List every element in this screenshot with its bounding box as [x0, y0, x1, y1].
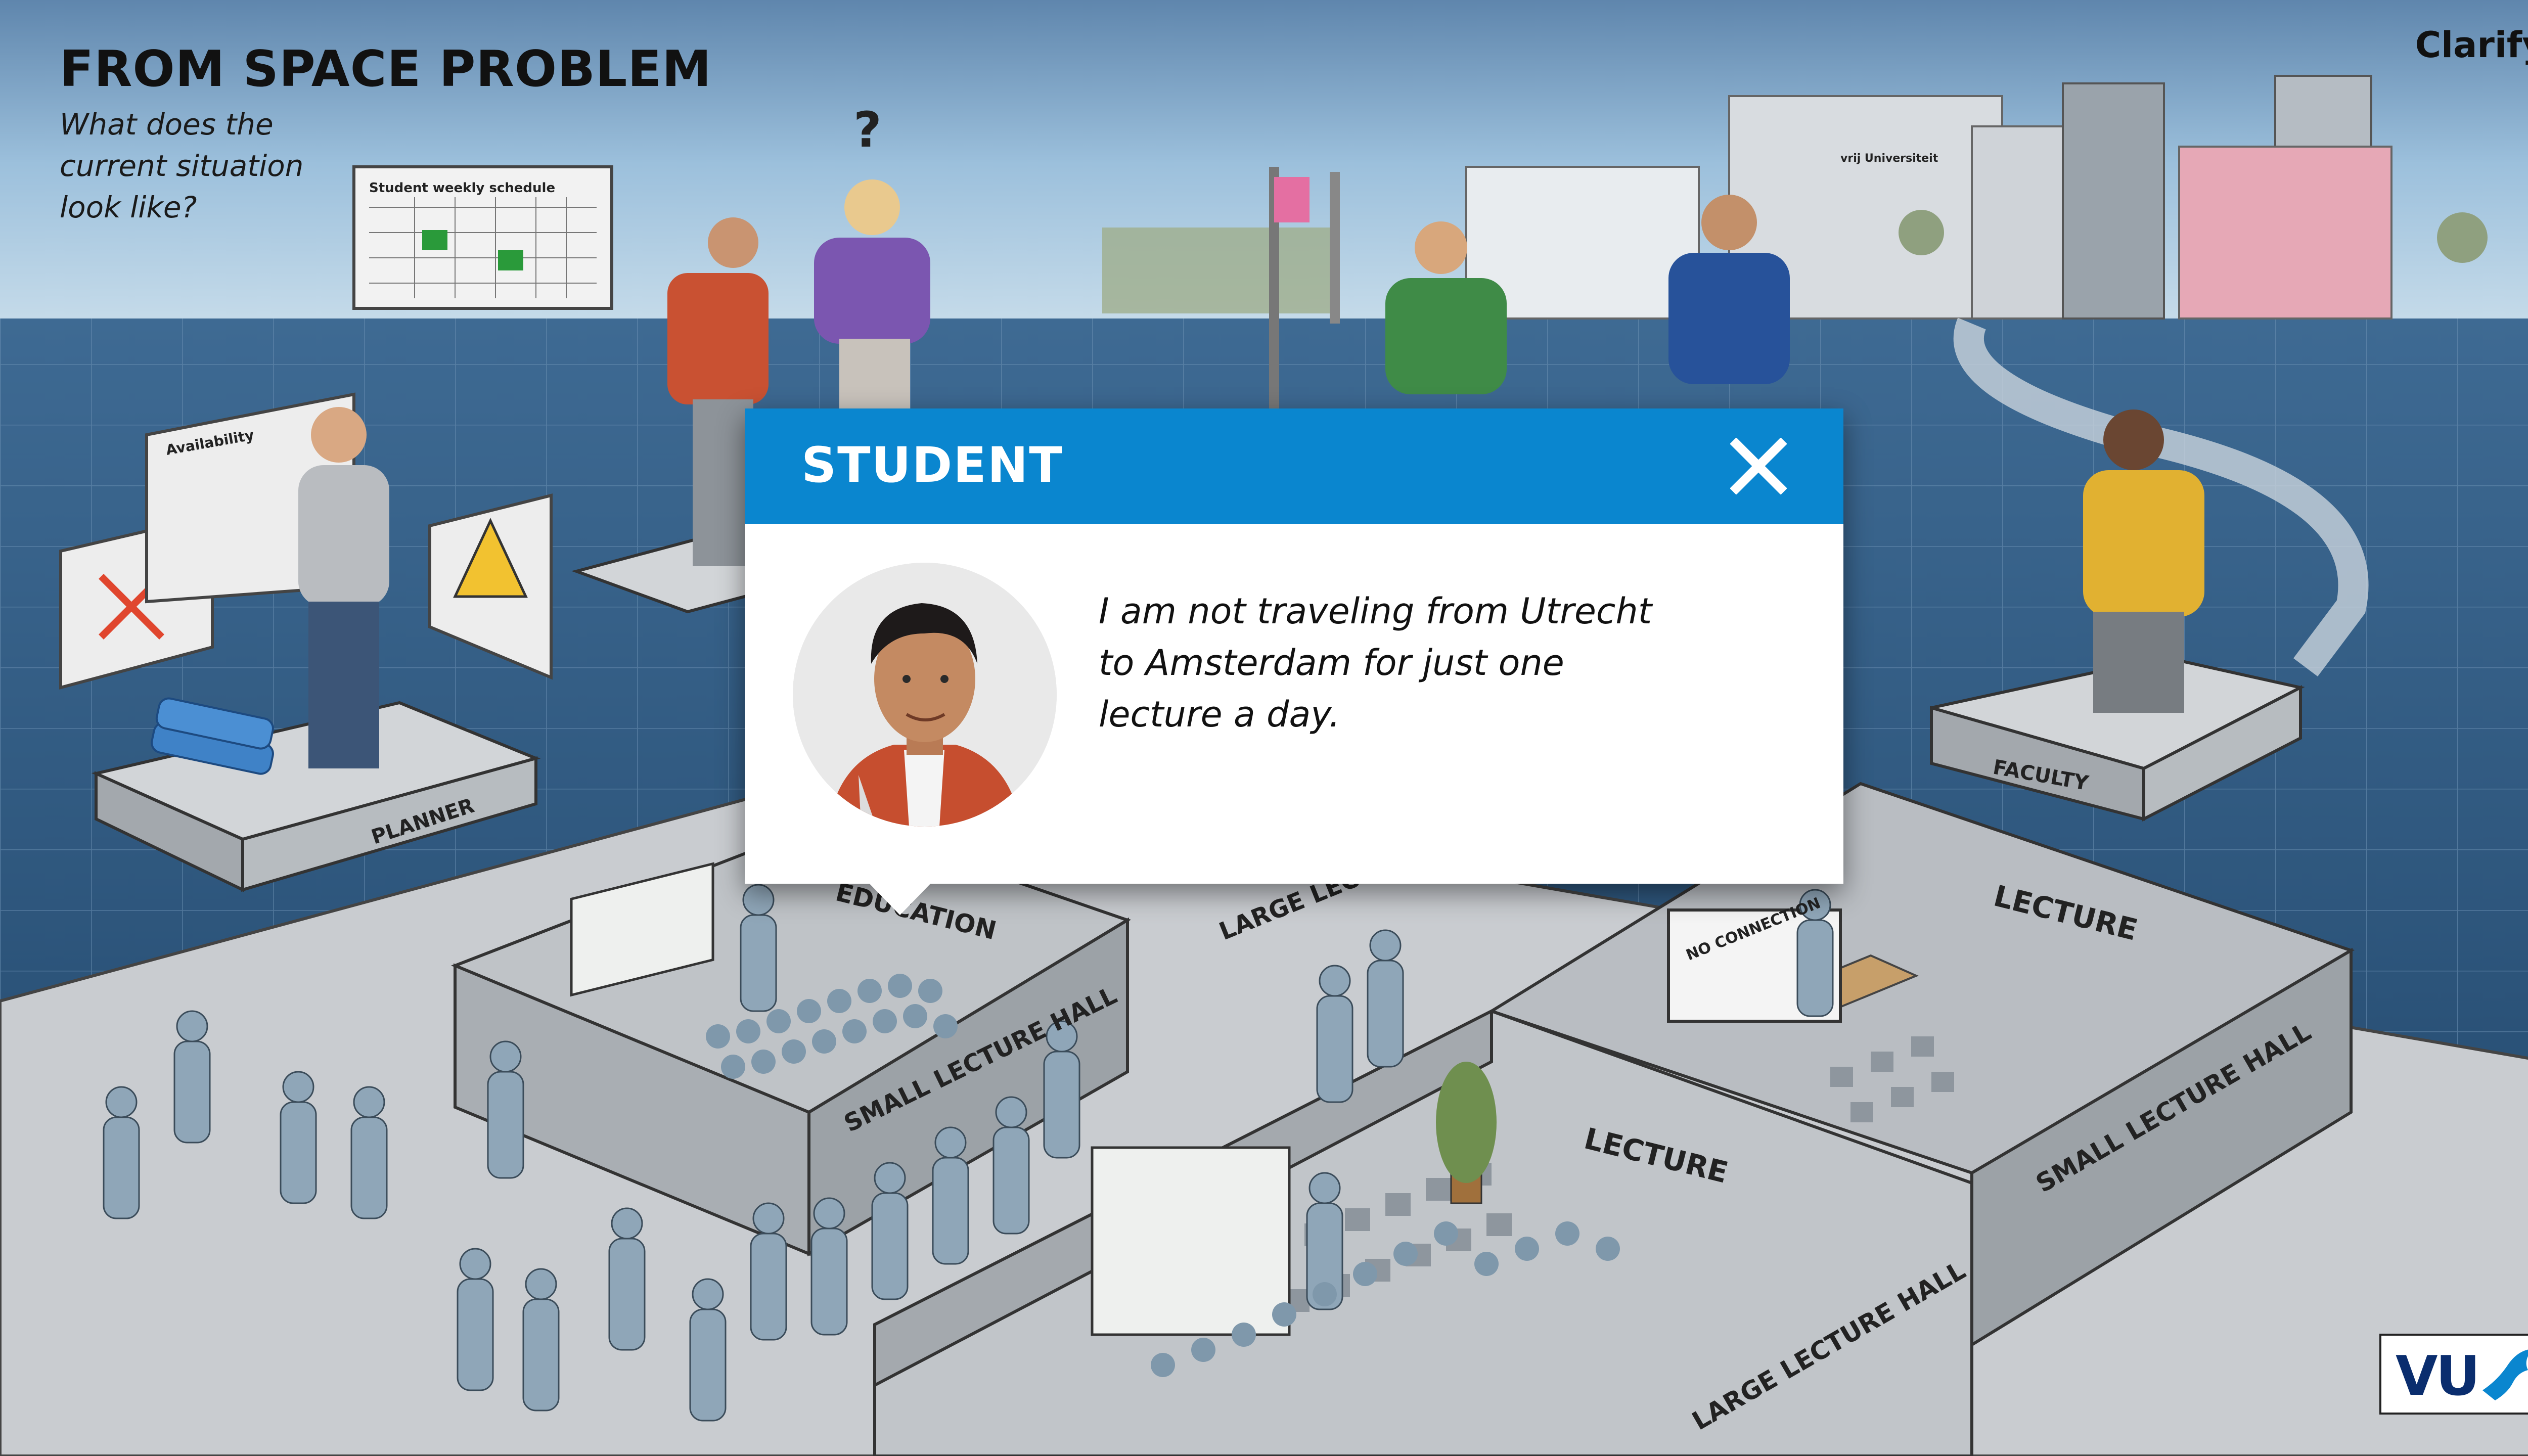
speech-dialog: STUDENT I am not traveling from Utrecht … [745, 408, 1843, 915]
page-subtitle: What does the current situation look lik… [60, 107, 304, 224]
quote-text: I am not traveling from Utrecht to Amste… [1099, 590, 1652, 735]
griffin-icon [2482, 1349, 2528, 1400]
dialog-header: STUDENT [745, 408, 1843, 524]
close-button[interactable] [1730, 437, 1787, 495]
question-mark: ? [853, 102, 882, 158]
vu-logo-text: VU [2396, 1345, 2480, 1408]
dialog-pointer [865, 879, 935, 915]
whiteboard-lecture [1091, 1146, 1291, 1336]
close-icon[interactable] [1730, 437, 1787, 495]
brand-logo: Clarify [2415, 24, 2528, 66]
dialog-title: STUDENT [801, 437, 1063, 493]
student-portrait [793, 563, 1057, 827]
page-title: FROM SPACE PROBLEM [60, 40, 712, 98]
building-sign: vrij Universiteit [1840, 152, 1938, 165]
avatar [793, 563, 1057, 827]
svg-text:Student weekly schedule: Student weekly schedule [369, 180, 555, 196]
vu-logo: VU [2379, 1334, 2528, 1415]
schedule-board: Student weekly schedule [352, 165, 613, 310]
